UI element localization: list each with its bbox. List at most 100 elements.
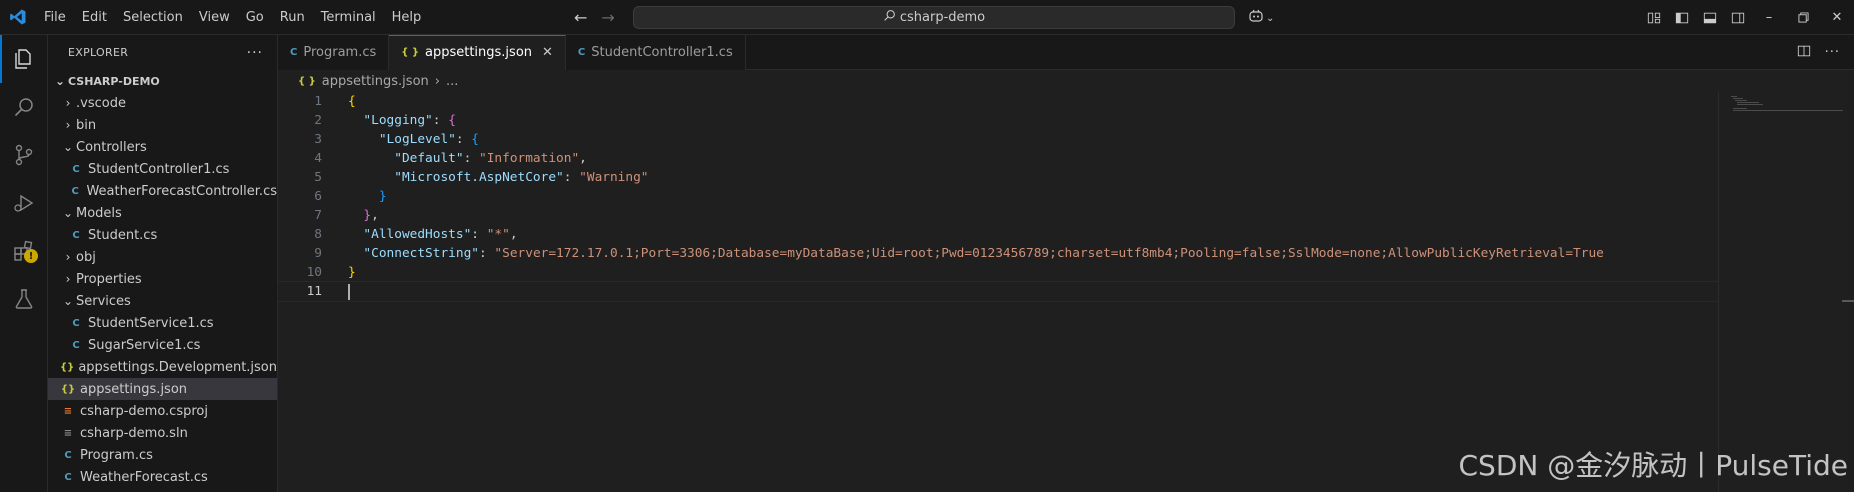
json-key: "AllowedHosts" [363,227,472,242]
customize-layout-icon[interactable] [1640,0,1668,35]
chevron-right-icon: › [65,96,71,110]
close-icon[interactable]: ✕ [542,45,553,60]
editor-area: C Program.cs { } appsettings.json ✕ C StudentC… [277,35,1854,492]
tree-file[interactable]: C WeatherForecastController.cs [48,180,277,202]
tree-file[interactable]: C StudentService1.cs [48,312,277,334]
navigation-arrows: ← → [574,0,615,35]
code-line: 10} [278,263,1718,282]
line-number: 8 [314,227,322,242]
extensions-icon[interactable]: ! [0,227,48,275]
split-editor-icon[interactable] [1797,44,1811,62]
json-value: "Server=172.17.0.1;Port=3306;Database=my… [494,246,1604,261]
code-line: 8 "AllowedHosts": "*", [278,225,1718,244]
watermark-text: CSDN @金汐脉动丨PulseTide [1458,449,1849,482]
code-line: 7 }, [278,206,1718,225]
tree-folder[interactable]: › .vscode [48,92,277,114]
vscode-logo-icon [0,0,36,35]
copilot-menu[interactable]: ⌄ [1248,8,1274,28]
testing-icon[interactable] [0,275,48,323]
code-line: 9 "ConnectString": "Server=172.17.0.1;Po… [278,244,1718,263]
chevron-down-icon: ⌄ [54,74,66,88]
breadcrumb: { } appsettings.json › ... [278,70,1854,92]
close-window-icon[interactable]: ✕ [1820,0,1854,35]
code-line-current: 11 [277,281,1719,302]
line-number: 7 [314,208,322,223]
tree-file[interactable]: C WeatherForecast.cs [48,466,277,488]
menu-terminal[interactable]: Terminal [313,0,384,35]
tree-file[interactable]: C Program.cs [48,444,277,466]
tab-appsettings-json[interactable]: { } appsettings.json ✕ [389,35,566,70]
json-value: "Information" [479,151,580,166]
csharp-file-icon: C [72,163,80,175]
toggle-panel-icon[interactable] [1696,0,1724,35]
minimap[interactable] [1718,92,1854,492]
more-actions-icon[interactable]: ··· [1825,45,1840,60]
tab-studentcontroller1-cs[interactable]: C StudentController1.cs [565,35,746,70]
tree-item-label: obj [76,249,96,265]
tree-file[interactable]: C SugarService1.cs [48,334,277,356]
tree-item-label: Controllers [76,139,147,155]
copilot-icon [1248,8,1264,28]
tree-file[interactable]: {} appsettings.Development.json [48,356,277,378]
code-line: 5 "Microsoft.AspNetCore": "Warning" [278,168,1718,187]
line-number: 10 [306,265,322,280]
layout-controls: – ✕ [1640,0,1854,35]
tree-folder[interactable]: › Properties [48,268,277,290]
tree-folder[interactable]: ⌄ Models [48,202,277,224]
command-center-text: csharp-demo [899,10,986,25]
workspace-root[interactable]: ⌄ CSHARP-DEMO [48,70,277,92]
csharp-file-icon: C [71,185,79,197]
tree-file[interactable]: ≡ csharp-demo.csproj [48,400,277,422]
breadcrumb-file[interactable]: appsettings.json [322,74,429,89]
tree-file[interactable]: C StudentController1.cs [48,158,277,180]
run-debug-icon[interactable] [0,179,48,227]
explorer-icon[interactable] [0,35,48,83]
search-icon[interactable] [0,83,48,131]
tree-folder[interactable]: › obj [48,246,277,268]
tree-item-label: Program.cs [80,447,153,463]
toggle-primary-sidebar-icon[interactable] [1668,0,1696,35]
tab-program-cs[interactable]: C Program.cs [278,35,390,70]
tree-file[interactable]: {} appsettings.json [48,378,277,400]
menu-file[interactable]: File [36,0,74,35]
tree-item-label: StudentController1.cs [88,161,230,177]
tree-folder[interactable]: ⌄ Services [48,290,277,312]
minimize-icon[interactable]: – [1752,0,1786,35]
tree-file[interactable]: ≡ csharp-demo.sln [48,422,277,444]
tree-folder[interactable]: ⌄ Controllers [48,136,277,158]
json-key: "Default" [394,151,464,166]
menu-bar: File Edit Selection View Go Run Terminal Help [36,0,429,35]
code-line: 1{ [278,92,1718,111]
menu-selection[interactable]: Selection [115,0,191,35]
line-number: 2 [314,113,322,128]
line-number: 1 [314,94,322,109]
tree-file[interactable]: C Student.cs [48,224,277,246]
tree-folder[interactable]: › bin [48,114,277,136]
forward-arrow-icon[interactable]: → [601,8,614,27]
menu-view[interactable]: View [191,0,238,35]
solution-file-icon: ≡ [63,427,73,439]
chevron-down-icon: ⌄ [62,140,74,154]
menu-edit[interactable]: Edit [74,0,115,35]
editor-tabs: C Program.cs { } appsettings.json ✕ C StudentC… [278,35,1854,70]
search-icon [883,9,896,26]
command-center-search[interactable]: csharp-demo [633,6,1235,29]
tree-item-label: .vscode [76,95,126,111]
toggle-secondary-sidebar-icon[interactable] [1724,0,1752,35]
breadcrumb-rest[interactable]: ... [446,74,458,89]
menu-go[interactable]: Go [238,0,272,35]
json-value: "Warning" [579,170,649,185]
json-file-icon: {} [60,383,76,395]
tab-label: appsettings.json [424,45,533,60]
tree-item-label: WeatherForecast.cs [80,469,208,485]
back-arrow-icon[interactable]: ← [574,8,587,27]
scrollbar-marker [1842,300,1854,302]
restore-icon[interactable] [1786,0,1820,35]
source-control-icon[interactable] [0,131,48,179]
more-actions-icon[interactable]: ··· [247,45,263,61]
menu-run[interactable]: Run [272,0,313,35]
code-editor[interactable]: 1{ 2 "Logging": { 3 "LogLevel": { 4 "Def… [277,92,1719,302]
csharp-file-icon: C [72,229,80,241]
csharp-file-icon: C [64,449,72,461]
menu-help[interactable]: Help [384,0,430,35]
